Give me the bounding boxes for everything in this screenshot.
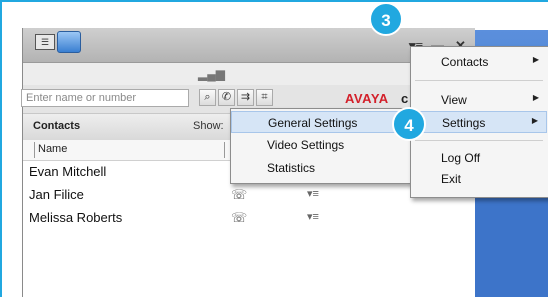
contacts-title: Contacts bbox=[33, 120, 81, 132]
contacts-menu-item[interactable]: Contacts ▶ bbox=[411, 51, 547, 73]
desktop-background-lower bbox=[472, 186, 548, 297]
search-input[interactable] bbox=[21, 89, 189, 107]
search-icon[interactable]: ⌕ bbox=[199, 89, 216, 106]
submenu-arrow-icon: ▶ bbox=[532, 93, 539, 102]
menu-item-label: Statistics bbox=[267, 161, 316, 175]
phone-icon[interactable]: ☏ bbox=[231, 187, 247, 203]
step-4-callout: 4 bbox=[392, 107, 426, 141]
contacts-list-icon[interactable]: ☰ bbox=[35, 34, 55, 50]
statistics-menu-item[interactable]: Statistics bbox=[231, 157, 409, 179]
menu-item-label: Settings bbox=[442, 116, 486, 130]
settings-submenu: General Settings Video Settings Statisti… bbox=[230, 108, 412, 184]
brand-suffix: c bbox=[401, 91, 409, 106]
column-divider bbox=[224, 142, 225, 158]
submenu-arrow-icon: ▶ bbox=[532, 55, 539, 64]
status-toolbar: ▂▄▆ bbox=[23, 63, 475, 85]
phone-icon[interactable]: ☏ bbox=[231, 210, 247, 226]
show-filter-label: Show: bbox=[193, 120, 224, 132]
menu-separator bbox=[415, 140, 543, 141]
menu-item-label: Exit bbox=[441, 172, 462, 186]
row-menu-icon[interactable]: ▾≡ bbox=[307, 187, 319, 200]
settings-menu-item[interactable]: Settings ▶ bbox=[411, 111, 547, 133]
address-book-icon[interactable] bbox=[57, 31, 81, 53]
menu-item-label: Contacts bbox=[441, 55, 489, 69]
phone-icon[interactable]: ✆ bbox=[218, 89, 235, 106]
contact-row[interactable]: Jan Filice ☏ ▾≡ bbox=[23, 184, 475, 207]
contact-name: Jan Filice bbox=[29, 187, 84, 202]
step-3-callout: 3 bbox=[369, 2, 403, 36]
contact-name: Evan Mitchell bbox=[29, 164, 107, 179]
menu-item-label: Log Off bbox=[441, 151, 481, 165]
exit-menu-item[interactable]: Exit bbox=[411, 168, 547, 190]
call-forward-icon[interactable]: ⇉ bbox=[237, 89, 254, 106]
view-menu-item[interactable]: View ▶ bbox=[411, 89, 547, 111]
main-menu: Contacts ▶ View ▶ Settings ▶ Log Off Exi… bbox=[410, 46, 548, 198]
row-menu-icon[interactable]: ▾≡ bbox=[307, 210, 319, 223]
submenu-arrow-icon: ▶ bbox=[531, 116, 538, 125]
avaya-logo: AVAYA bbox=[345, 91, 389, 106]
title-bar: ☰ ▾≡ — ✕ bbox=[23, 28, 475, 63]
video-settings-menu-item[interactable]: Video Settings bbox=[231, 134, 409, 156]
log-off-menu-item[interactable]: Log Off bbox=[411, 147, 547, 169]
menu-separator bbox=[415, 80, 543, 81]
menu-item-label: View bbox=[441, 93, 467, 107]
menu-item-label: Video Settings bbox=[267, 138, 345, 152]
contact-name: Melissa Roberts bbox=[29, 210, 123, 225]
menu-item-label: General Settings bbox=[268, 116, 358, 130]
dialpad-icon[interactable]: ⌗ bbox=[256, 89, 273, 106]
column-name-header[interactable]: Name bbox=[38, 143, 67, 155]
column-divider bbox=[34, 142, 35, 158]
general-settings-menu-item[interactable]: General Settings bbox=[231, 111, 409, 133]
contact-row[interactable]: Melissa Roberts ☏ ▾≡ bbox=[23, 207, 475, 230]
signal-strength-icon: ▂▄▆ bbox=[198, 67, 225, 81]
